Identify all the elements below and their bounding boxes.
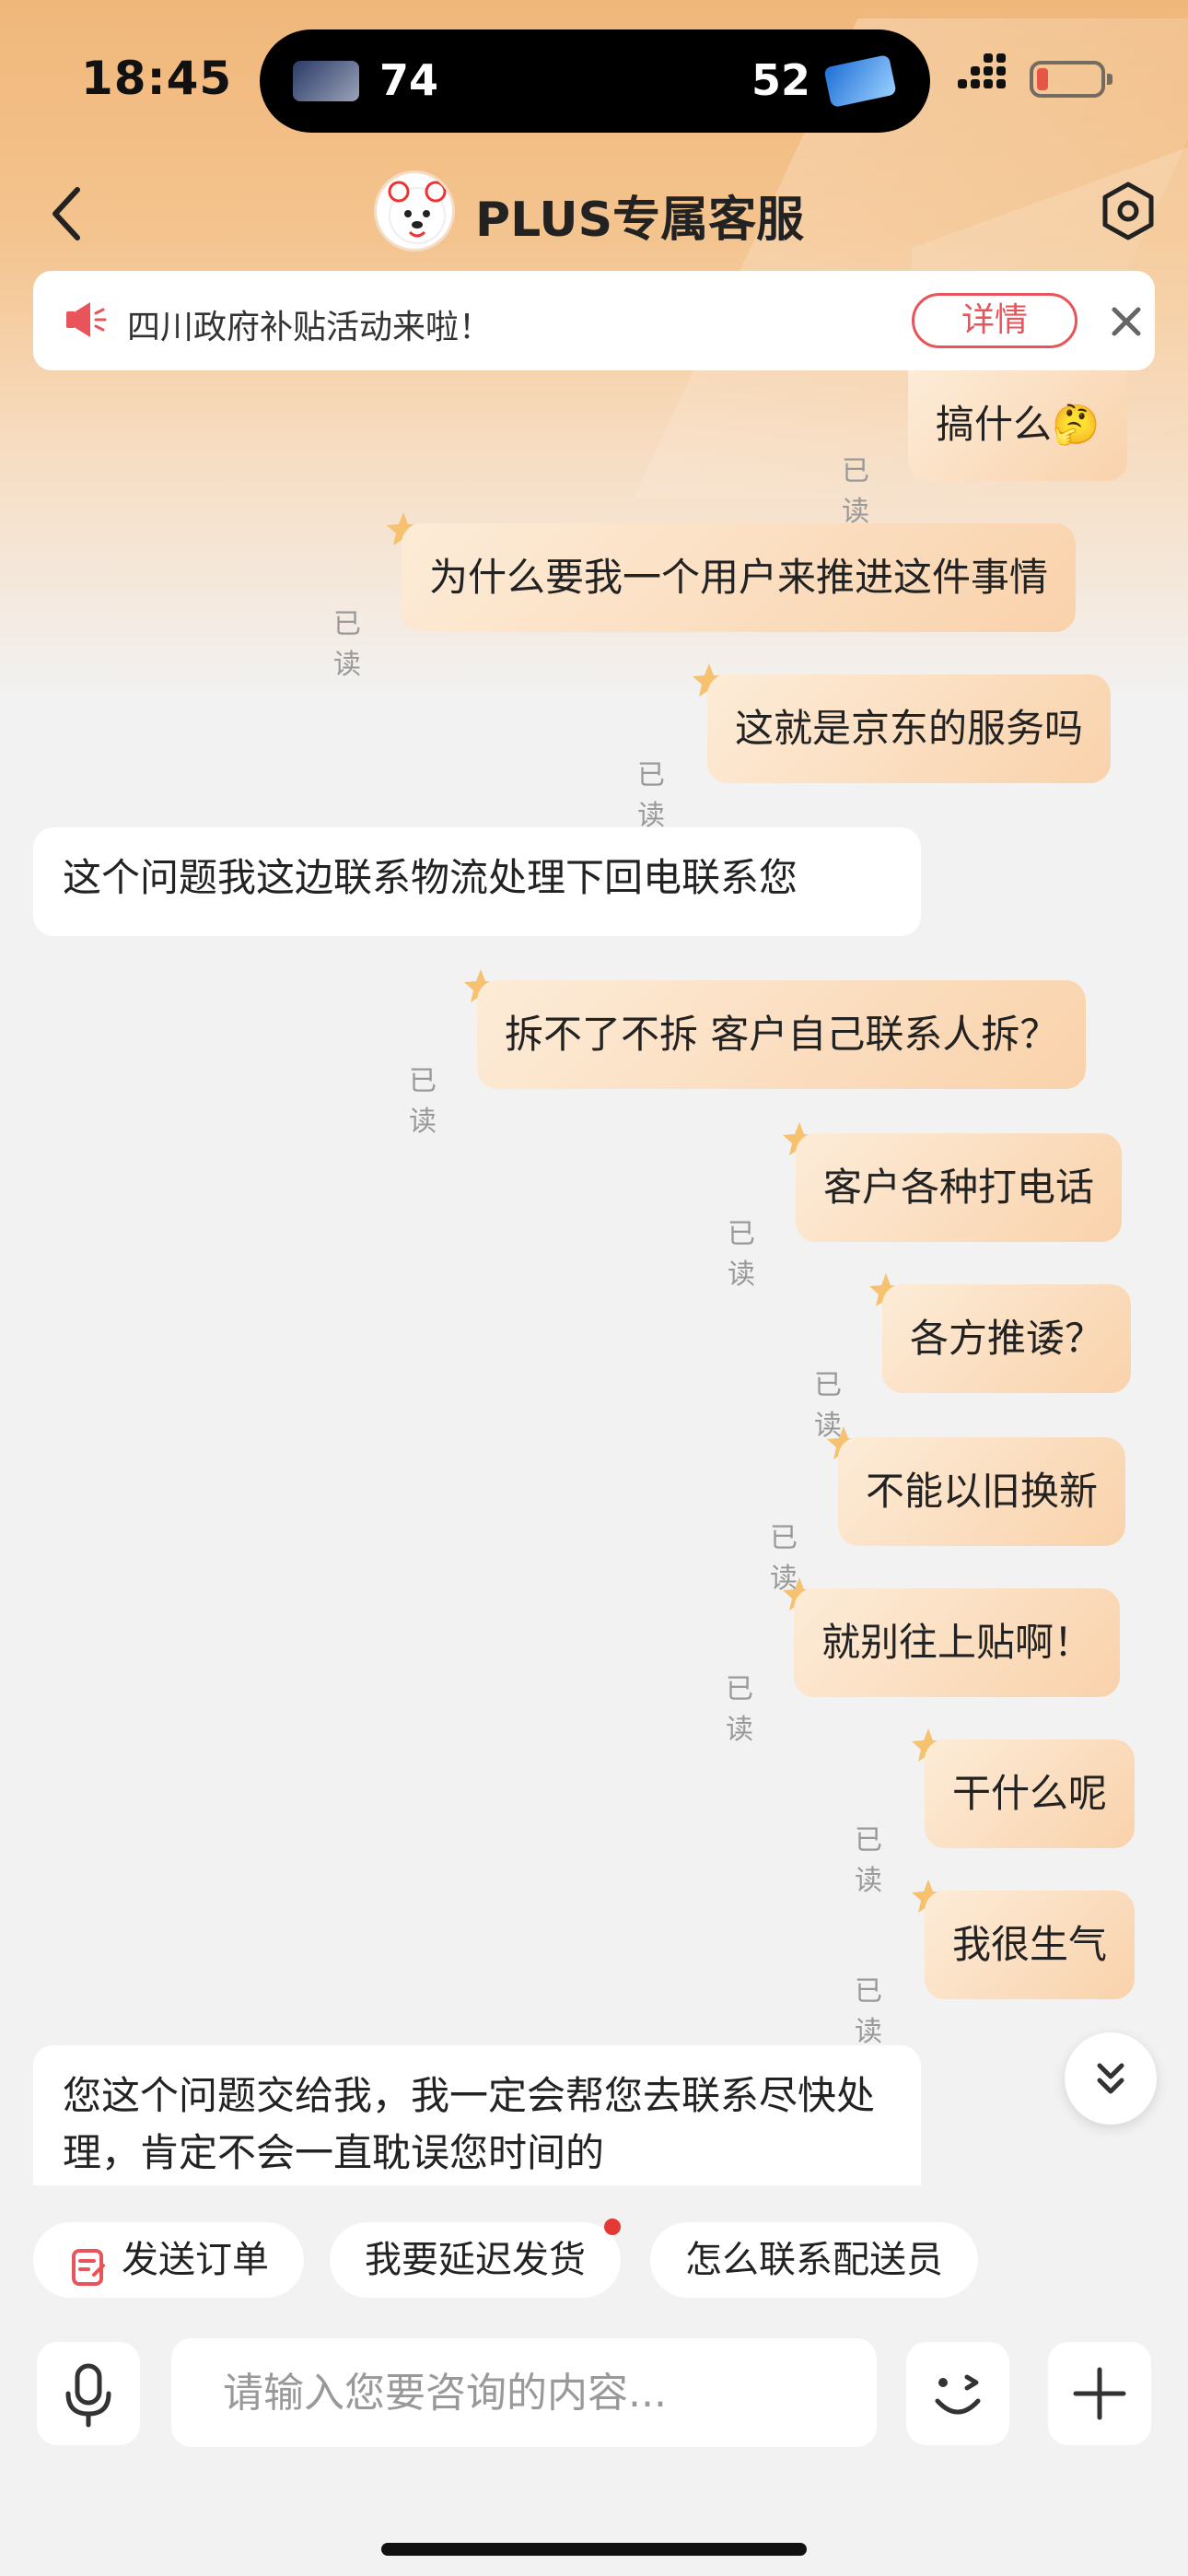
signal-icon (958, 53, 1015, 101)
read-receipt: 已读 (728, 1218, 755, 1291)
read-receipt: 已读 (409, 1065, 437, 1138)
read-receipt: 已读 (333, 608, 361, 681)
notice-text: 四川政府补贴活动来啦！ (127, 309, 493, 346)
dynamic-island-live-score[interactable]: 74 52 (260, 29, 930, 133)
notification-dot (604, 2219, 621, 2235)
back-button[interactable] (37, 177, 101, 251)
message-bubble[interactable]: 不能以旧换新 (838, 1437, 1126, 1546)
chip-label: 我要延迟发货 (365, 2239, 586, 2281)
battery-icon (1030, 61, 1112, 98)
home-indicator[interactable] (381, 2543, 807, 2556)
chip-label: 发送订单 (122, 2239, 269, 2281)
status-time: 18:45 (81, 52, 233, 105)
message-bubble[interactable]: 就别往上贴啊！ (794, 1588, 1121, 1697)
page-title: PLUS专属客服 (475, 193, 805, 248)
agent-avatar[interactable] (374, 170, 455, 252)
wink-face-icon (935, 2374, 981, 2415)
speaker-icon (63, 299, 109, 341)
double-chevron-down-icon (1097, 2063, 1124, 2094)
quick-reply-delay-shipping[interactable]: 我要延迟发货 (330, 2219, 621, 2298)
quick-reply-contact-courier[interactable]: 怎么联系配送员 (650, 2222, 978, 2298)
read-receipt: 已读 (855, 1975, 882, 2048)
order-icon (68, 2238, 109, 2286)
message-bubble[interactable]: 您这个问题交给我，我一定会帮您去联系尽快处理，肯定不会一直耽误您时间的 (33, 2045, 921, 2185)
score-right: 52 (751, 55, 810, 105)
message-bubble[interactable]: 这就是京东的服务吗 (707, 674, 1112, 783)
plus-icon (1073, 2367, 1126, 2420)
message-bubble[interactable]: 为什么要我一个用户来推进这件事情 (402, 523, 1077, 632)
microphone-icon (65, 2363, 111, 2428)
read-receipt: 已读 (637, 759, 665, 832)
message-bubble[interactable]: 各方推诿？ (882, 1284, 1132, 1393)
team-logo-right-icon (823, 53, 897, 109)
settings-hexagon-icon (1102, 181, 1154, 240)
notice-detail-button[interactable]: 详情 (912, 293, 1077, 348)
read-receipt: 已读 (726, 1673, 753, 1746)
voice-input-button[interactable] (37, 2342, 140, 2445)
chat-message-list[interactable]: 搞什么🤔 已读 为什么要我一个用户来推进这件事情 已读 这就是京东的服务吗 已读… (0, 370, 1188, 2185)
notice-banner[interactable]: 四川政府补贴活动来啦！ 详情 (33, 271, 1155, 370)
message-bubble[interactable]: 搞什么🤔 (908, 370, 1128, 481)
score-left: 74 (379, 55, 439, 105)
message-bubble[interactable]: 干什么呢 (925, 1739, 1136, 1848)
message-bubble[interactable]: 这个问题我这边联系物流处理下回电联系您 (33, 827, 921, 936)
chevron-left-icon (52, 187, 80, 240)
read-receipt: 已读 (855, 1824, 882, 1897)
scroll-to-bottom-button[interactable] (1065, 2032, 1157, 2125)
read-receipt: 已读 (842, 455, 869, 528)
message-input[interactable] (171, 2338, 877, 2447)
settings-button[interactable] (1096, 179, 1160, 243)
team-logo-left-icon (293, 61, 359, 101)
quick-reply-send-order[interactable]: 发送订单 (33, 2222, 304, 2298)
close-icon (1112, 307, 1141, 336)
message-bubble[interactable]: 客户各种打电话 (796, 1133, 1123, 1242)
quick-reply-bar: 发送订单 我要延迟发货 怎么联系配送员 (0, 2217, 1188, 2300)
status-bar: 18:45 74 52 (0, 0, 1188, 157)
nav-bar: PLUS专属客服 (0, 166, 1188, 258)
message-bubble[interactable]: 我很生气 (925, 1891, 1136, 1999)
emoji-button[interactable] (906, 2342, 1009, 2445)
input-bar (0, 2324, 1188, 2453)
chip-label: 怎么联系配送员 (685, 2239, 943, 2281)
joy-mascot-icon (388, 181, 447, 244)
more-options-button[interactable] (1048, 2342, 1151, 2445)
message-bubble[interactable]: 拆不了不拆 客户自己联系人拆？ (477, 980, 1087, 1089)
notice-close-button[interactable] (1101, 297, 1151, 346)
